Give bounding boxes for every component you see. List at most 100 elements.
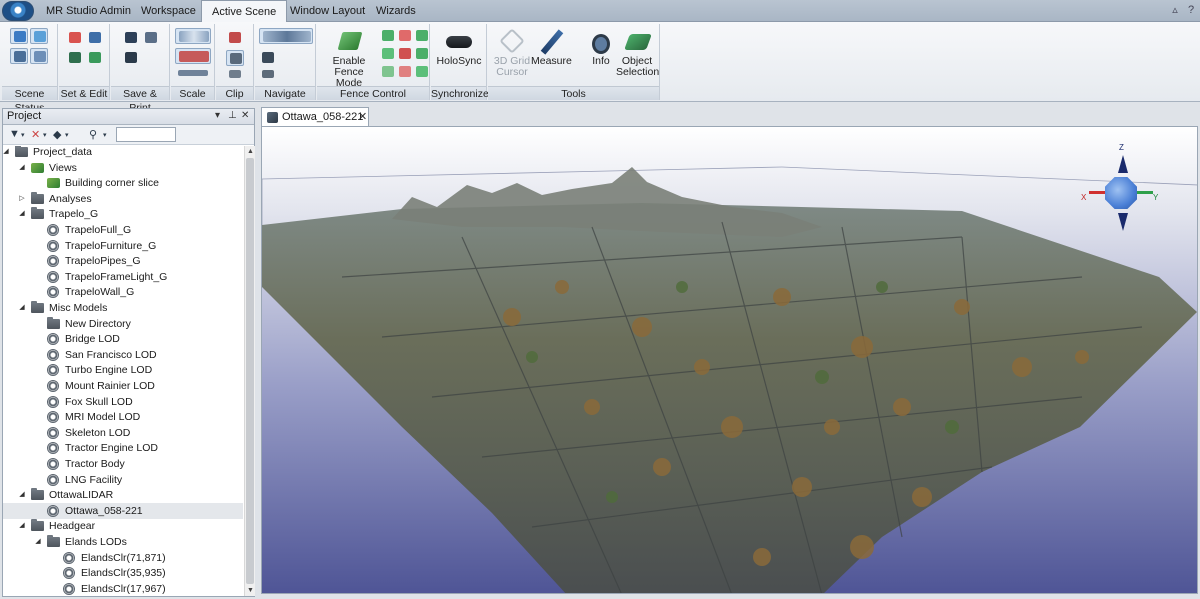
tree-item[interactable]: ◢ Project_data bbox=[3, 146, 243, 160]
tree-item[interactable]: San Francisco LOD bbox=[3, 347, 243, 363]
tab-workspace[interactable]: Workspace bbox=[131, 0, 206, 22]
close-panel-icon[interactable]: ✕ bbox=[241, 110, 249, 121]
scene-edit-icon[interactable] bbox=[30, 48, 48, 64]
tree-item[interactable]: TrapeloFurniture_G bbox=[3, 238, 243, 254]
scroll-thumb[interactable] bbox=[246, 158, 254, 584]
tree-item[interactable]: Tractor Engine LOD bbox=[3, 440, 243, 456]
save-view-icon[interactable] bbox=[142, 30, 160, 46]
tab-mr-studio-admin[interactable]: MR Studio Admin bbox=[36, 0, 141, 22]
filter-icon[interactable]: ▼ bbox=[9, 128, 20, 140]
tree-item[interactable]: TrapeloFrameLight_G bbox=[3, 269, 243, 285]
scale-arrows-icon[interactable] bbox=[175, 68, 211, 78]
info-button[interactable]: Info bbox=[584, 26, 618, 84]
collapse-arrow-icon[interactable]: ◢ bbox=[3, 146, 11, 160]
tab-window-layout[interactable]: Window Layout bbox=[280, 0, 375, 22]
tree-item[interactable]: TrapeloFull_G bbox=[3, 222, 243, 238]
clip-reset-icon[interactable] bbox=[226, 68, 244, 80]
search-input[interactable] bbox=[116, 127, 176, 142]
collapse-arrow-icon[interactable]: ◢ bbox=[17, 518, 27, 534]
document-tab[interactable]: Ottawa_058-221 ✕ bbox=[261, 107, 369, 126]
collapse-arrow-icon[interactable]: ◢ bbox=[17, 487, 27, 503]
tree-item[interactable]: ◢ OttawaLIDAR bbox=[3, 487, 243, 503]
fence-swap-icon[interactable] bbox=[413, 46, 431, 62]
set-material-icon[interactable] bbox=[66, 50, 84, 66]
scroll-up-icon[interactable]: ▲ bbox=[245, 146, 256, 157]
orbit-mode-icon[interactable] bbox=[259, 28, 313, 44]
help-icon[interactable]: ? bbox=[1184, 3, 1198, 17]
fence-select-icon[interactable] bbox=[379, 64, 397, 80]
fence-1-icon[interactable] bbox=[379, 28, 397, 44]
collapse-arrow-icon[interactable]: ◢ bbox=[17, 206, 27, 222]
walk-icon[interactable] bbox=[259, 68, 277, 80]
tree-scrollbar[interactable]: ▲ ▼ bbox=[244, 146, 255, 596]
tab-wizards[interactable]: Wizards bbox=[366, 0, 426, 22]
app-menu-icon[interactable] bbox=[2, 1, 34, 21]
tree-item[interactable]: New Directory bbox=[3, 316, 243, 332]
tree-item[interactable]: Ottawa_058-221 bbox=[3, 502, 243, 519]
tree-item[interactable]: MRI Model LOD bbox=[3, 409, 243, 425]
search-dropdown-icon[interactable]: ▾ bbox=[103, 131, 107, 139]
axes-gizmo[interactable]: Z X Y bbox=[1077, 143, 1158, 243]
measure-button[interactable]: Measure bbox=[531, 26, 572, 84]
tree-item[interactable]: ElandsClr(71,871) bbox=[3, 550, 243, 566]
tree-item[interactable]: Turbo Engine LOD bbox=[3, 362, 243, 378]
fence-add-icon[interactable] bbox=[379, 46, 397, 62]
enable-fence-mode-button[interactable]: Enable Fence Mode bbox=[320, 26, 378, 89]
collapse-arrow-icon[interactable]: ◢ bbox=[33, 534, 43, 550]
clip-plane-icon[interactable] bbox=[226, 30, 244, 46]
collapse-arrow-icon[interactable]: ◢ bbox=[17, 300, 27, 316]
tree-item[interactable]: ◢ Misc Models bbox=[3, 300, 243, 316]
tree-item[interactable]: TrapeloPipes_G bbox=[3, 253, 243, 269]
tree-item[interactable]: Skeleton LOD bbox=[3, 425, 243, 441]
tree-item[interactable]: Bridge LOD bbox=[3, 331, 243, 347]
fence-clear-icon[interactable] bbox=[413, 64, 431, 80]
fence-2-icon[interactable] bbox=[396, 28, 414, 44]
fence-rotate-icon[interactable] bbox=[396, 64, 414, 80]
set-object-icon[interactable] bbox=[86, 50, 104, 66]
save-icon[interactable] bbox=[122, 30, 140, 46]
view-cube-icon[interactable] bbox=[1105, 177, 1137, 209]
tree-item[interactable]: Building corner slice bbox=[3, 175, 243, 191]
sort-icon[interactable]: ◆ bbox=[53, 128, 61, 141]
clear-filter-icon[interactable]: ✕ bbox=[31, 128, 40, 141]
tree-item[interactable]: ◢ Elands LODs bbox=[3, 534, 243, 550]
close-tab-icon[interactable]: ✕ bbox=[358, 110, 367, 123]
minimize-ribbon-icon[interactable]: ▵ bbox=[1168, 3, 1182, 17]
tree-item[interactable]: Fox Skull LOD bbox=[3, 394, 243, 410]
pan-icon[interactable] bbox=[259, 50, 277, 66]
tree-item[interactable]: Tractor Body bbox=[3, 456, 243, 472]
search-icon[interactable]: ⚲ bbox=[89, 128, 97, 141]
scroll-down-icon[interactable]: ▼ bbox=[245, 585, 256, 596]
scale-grid-icon[interactable] bbox=[175, 48, 211, 64]
scene-refresh-icon[interactable] bbox=[30, 28, 48, 44]
panel-dropdown-icon[interactable]: ▾ bbox=[215, 110, 220, 121]
filter-dropdown-icon[interactable]: ▾ bbox=[21, 131, 25, 139]
tree-item[interactable]: ◢ Headgear bbox=[3, 518, 243, 534]
scene-list-icon[interactable] bbox=[10, 48, 28, 64]
3d-grid-cursor-button[interactable]: 3D Grid Cursor bbox=[491, 26, 533, 84]
tree-item[interactable]: ◢ Trapelo_G bbox=[3, 206, 243, 222]
tree-item[interactable]: ▷ Analyses bbox=[3, 191, 243, 207]
collapse-arrow-icon[interactable]: ◢ bbox=[17, 160, 27, 176]
3d-viewport[interactable]: Z X Y bbox=[261, 126, 1198, 594]
tree-item[interactable]: ◢ Views bbox=[3, 160, 243, 176]
expand-arrow-icon[interactable]: ▷ bbox=[17, 191, 27, 207]
tree-item[interactable]: ElandsClr(17,967) bbox=[3, 581, 243, 596]
fence-remove-icon[interactable] bbox=[396, 46, 414, 62]
tree-item[interactable]: ElandsClr(35,935) bbox=[3, 565, 243, 581]
set-color-icon[interactable] bbox=[66, 30, 84, 46]
set-layer-icon[interactable] bbox=[86, 30, 104, 46]
tab-active-scene[interactable]: Active Scene bbox=[201, 0, 288, 23]
pin-icon[interactable]: ⊥ bbox=[228, 110, 237, 121]
object-selection-button[interactable]: Object Selection bbox=[616, 26, 659, 84]
clear-dropdown-icon[interactable]: ▾ bbox=[43, 131, 47, 139]
holosync-button[interactable]: HoloSync bbox=[434, 26, 484, 84]
tree-item[interactable]: Mount Rainier LOD bbox=[3, 378, 243, 394]
tree-item[interactable]: TrapeloWall_G bbox=[3, 284, 243, 300]
fence-3-icon[interactable] bbox=[413, 28, 431, 44]
zoom-icon[interactable] bbox=[175, 28, 211, 44]
sort-dropdown-icon[interactable]: ▾ bbox=[65, 131, 69, 139]
scene-status-icon[interactable] bbox=[10, 28, 28, 44]
tree-item[interactable]: LNG Facility bbox=[3, 472, 243, 488]
print-icon[interactable] bbox=[122, 50, 140, 66]
